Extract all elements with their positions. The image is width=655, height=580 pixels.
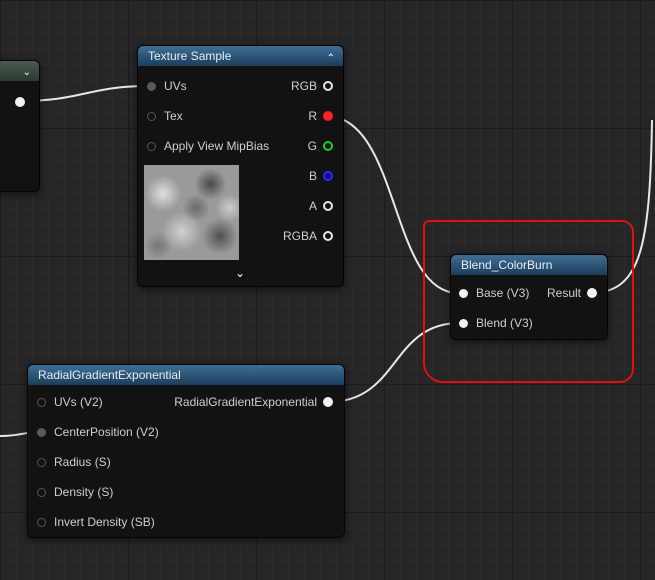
- radial-gradient-exponential-node[interactable]: RadialGradientExponential: [27, 364, 345, 538]
- pin-icon: [323, 111, 333, 121]
- pin-icon: [323, 141, 333, 151]
- input-pin-centerposition[interactable]: CenterPosition (V2): [37, 424, 159, 440]
- pin-icon: [323, 81, 333, 91]
- texture-preview-thumbnail: [144, 165, 239, 260]
- input-pin-apply-view-mipbias[interactable]: Apply View MipBias: [147, 138, 269, 154]
- node-title: RadialGradientExponential: [38, 368, 181, 382]
- pin-icon: [37, 458, 46, 467]
- pin-label: RGB: [290, 79, 317, 93]
- chevron-down-icon[interactable]: ⌄: [235, 266, 245, 280]
- pin-label: RadialGradientExponential: [174, 395, 317, 409]
- pin-label: UVs: [164, 79, 187, 93]
- pin-icon: [323, 171, 333, 181]
- output-pin-r[interactable]: R: [308, 108, 333, 124]
- pin-label: Radius (S): [54, 455, 111, 469]
- pin-icon: [147, 112, 156, 121]
- pin-label: A: [308, 199, 317, 213]
- pin-icon: [37, 488, 46, 497]
- pin-label: CenterPosition (V2): [54, 425, 159, 439]
- wire-left-to-uvs: [21, 85, 149, 102]
- pin-icon: [147, 142, 156, 151]
- red-annotation-outline: [423, 220, 634, 383]
- pin-icon: [323, 397, 333, 407]
- radial-gradient-header[interactable]: RadialGradientExponential: [28, 365, 344, 385]
- pin-icon: [37, 428, 46, 437]
- output-pin-g[interactable]: G: [308, 138, 333, 154]
- output-pin-radial-gradient[interactable]: RadialGradientExponential: [174, 394, 333, 410]
- pin-label: B: [308, 169, 317, 183]
- input-pin-uvs-v2[interactable]: UVs (V2): [37, 394, 103, 410]
- output-pin-b[interactable]: B: [309, 168, 333, 184]
- pin-icon: [147, 82, 156, 91]
- pin-label: G: [307, 139, 317, 153]
- chevron-down-icon[interactable]: ⌄: [23, 63, 31, 83]
- pin-label: Tex: [164, 109, 183, 123]
- input-pin-radius[interactable]: Radius (S): [37, 454, 111, 470]
- pin-icon: [323, 231, 333, 241]
- offscreen-node-left[interactable]: ⌄: [0, 60, 40, 192]
- output-pin-a[interactable]: A: [309, 198, 333, 214]
- pin-label: RGBA: [282, 229, 317, 243]
- output-pin-rgb[interactable]: RGB: [291, 78, 333, 94]
- pin-label: UVs (V2): [54, 395, 103, 409]
- pin-label: Apply View MipBias: [164, 139, 270, 153]
- offscreen-node-header: ⌄: [0, 61, 39, 81]
- pin-label: R: [308, 109, 317, 123]
- input-pin-uvs[interactable]: UVs: [147, 78, 187, 94]
- node-title: Texture Sample: [148, 49, 232, 63]
- input-pin-invert-density[interactable]: Invert Density (SB): [37, 514, 155, 530]
- chevron-up-icon[interactable]: ⌃: [327, 49, 335, 69]
- pin-icon: [37, 518, 46, 527]
- input-pin-density[interactable]: Density (S): [37, 484, 113, 500]
- texture-sample-header[interactable]: Texture Sample ⌃: [138, 46, 343, 66]
- pin-label: Density (S): [54, 485, 114, 499]
- pin-icon: [323, 201, 333, 211]
- output-pin-rgba[interactable]: RGBA: [283, 228, 333, 244]
- input-pin-tex[interactable]: Tex: [147, 108, 183, 124]
- pin-icon: [37, 398, 46, 407]
- offscreen-node-output-pin[interactable]: [15, 97, 25, 107]
- pin-label: Invert Density (SB): [54, 515, 155, 529]
